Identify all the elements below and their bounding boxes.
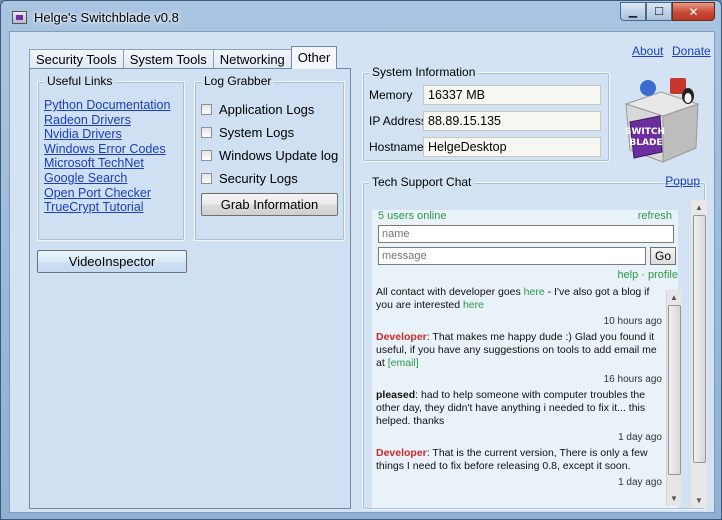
message-timestamp: 10 hours ago <box>603 316 662 327</box>
chat-message: 1 day ago Developer: That is the current… <box>376 431 662 473</box>
intro-here-link-2[interactable]: here <box>463 299 484 311</box>
option-windows-update-log[interactable]: Windows Update log <box>201 148 338 163</box>
link-nvidia-drivers[interactable]: Nvidia Drivers <box>44 127 170 142</box>
intro-text-1: All contact with developer goes <box>376 286 524 298</box>
title-bar[interactable]: Helge's Switchblade v0.8 ▁ ☐ ✕ <box>1 1 721 31</box>
tab-security-tools[interactable]: Security Tools <box>29 49 124 69</box>
caption-buttons: ▁ ☐ ✕ <box>620 2 715 21</box>
hostname-value: HelgeDesktop <box>423 137 601 157</box>
memory-label: Memory <box>369 88 413 102</box>
hostname-label: Hostname <box>369 140 424 154</box>
security-logs-checkbox[interactable] <box>201 173 212 184</box>
link-python-documentation[interactable]: Python Documentation <box>44 98 170 113</box>
profile-link[interactable]: profile <box>648 269 678 281</box>
chevron-up-icon[interactable]: ▲ <box>667 290 681 305</box>
app-icon[interactable] <box>12 11 27 24</box>
system-information-group: System Information Memory 16337 MB IP Ad… <box>362 65 610 162</box>
log-grabber-legend: Log Grabber <box>201 74 275 88</box>
message-timestamp: 1 day ago <box>618 477 662 488</box>
close-button[interactable]: ✕ <box>672 2 715 21</box>
useful-links-legend: Useful Links <box>44 74 116 88</box>
chat-name-input[interactable] <box>378 225 674 243</box>
link-open-port-checker[interactable]: Open Port Checker <box>44 186 170 201</box>
link-google-search[interactable]: Google Search <box>44 171 170 186</box>
donate-link[interactable]: Donate <box>672 44 711 58</box>
grab-information-button[interactable]: Grab Information <box>201 193 338 216</box>
about-link[interactable]: About <box>632 44 663 58</box>
application-logs-label: Application Logs <box>219 102 315 117</box>
tab-networking[interactable]: Networking <box>212 49 292 69</box>
email-link[interactable]: [email] <box>388 357 419 369</box>
message-author: pleased <box>376 389 416 401</box>
link-truecrypt-tutorial[interactable]: TrueCrypt Tutorial <box>44 200 170 215</box>
option-application-logs[interactable]: Application Logs <box>201 102 314 117</box>
logo-badge <box>629 115 663 159</box>
chevron-down-icon[interactable]: ▼ <box>691 493 707 508</box>
app-window: Helge's Switchblade v0.8 ▁ ☐ ✕ Security … <box>0 0 722 520</box>
logo-text-line2: BLADE <box>629 138 662 148</box>
security-logs-label: Security Logs <box>219 171 298 186</box>
windows-update-log-checkbox[interactable] <box>201 150 212 161</box>
system-logs-label: System Logs <box>219 125 295 140</box>
users-online-text: 5 users online <box>378 210 447 222</box>
system-logs-checkbox[interactable] <box>201 127 212 138</box>
chat-panel-scroll-thumb[interactable] <box>692 215 706 463</box>
message-text: : had to help someone with computer trou… <box>376 389 646 427</box>
switchblade-logo: SWITCH BLADE <box>624 78 700 163</box>
refresh-link[interactable]: refresh <box>638 210 672 222</box>
ip-address-label: IP Address <box>369 114 427 128</box>
help-link[interactable]: help <box>617 269 638 281</box>
chat-message: 10 hours ago Developer: That makes me ha… <box>376 315 662 370</box>
tab-strip: Security Tools System Tools Networking O… <box>29 46 338 69</box>
option-system-logs[interactable]: System Logs <box>201 125 294 140</box>
useful-links-group: Useful Links Python Documentation Radeon… <box>37 74 185 241</box>
system-information-legend: System Information <box>369 65 479 79</box>
tab-system-tools[interactable]: System Tools <box>122 49 214 69</box>
link-microsoft-technet[interactable]: Microsoft TechNet <box>44 156 170 171</box>
message-author: Developer <box>376 331 427 343</box>
window-title: Helge's Switchblade v0.8 <box>34 10 179 25</box>
message-timestamp: 1 day ago <box>618 432 662 443</box>
option-security-logs[interactable]: Security Logs <box>201 171 298 186</box>
maximize-button[interactable]: ☐ <box>646 2 672 21</box>
application-logs-checkbox[interactable] <box>201 104 212 115</box>
logo-text-line1: SWITCH <box>625 127 665 137</box>
other-tab-panel: Useful Links Python Documentation Radeon… <box>29 68 351 509</box>
minimize-button[interactable]: ▁ <box>620 2 646 21</box>
useful-links-list: Python Documentation Radeon Drivers Nvid… <box>44 98 170 215</box>
chevron-up-icon[interactable]: ▲ <box>691 200 707 215</box>
memory-value: 16337 MB <box>423 85 601 105</box>
link-windows-error-codes[interactable]: Windows Error Codes <box>44 142 170 157</box>
chat-message-input[interactable] <box>378 247 646 265</box>
message-timestamp: 16 hours ago <box>603 374 662 385</box>
chat-message: 1 day ago <box>376 476 662 489</box>
videoinspector-button[interactable]: VideoInspector <box>37 250 187 273</box>
help-profile-links: help · profile <box>617 269 678 281</box>
chat-panel: 5 users online refresh Go help · profile… <box>372 210 678 508</box>
chat-message: 16 hours ago pleased: had to help someon… <box>376 373 662 428</box>
link-radeon-drivers[interactable]: Radeon Drivers <box>44 113 170 128</box>
chat-messages-scrollbar[interactable]: ▲ ▼ <box>666 290 681 506</box>
message-author: Developer <box>376 447 427 459</box>
log-grabber-group: Log Grabber Application Logs System Logs… <box>194 74 345 241</box>
intro-here-link-1[interactable]: here <box>524 286 545 298</box>
windows-update-log-label: Windows Update log <box>219 148 339 163</box>
logo-globe-icon <box>640 80 656 96</box>
ip-address-value: 88.89.15.135 <box>423 111 601 131</box>
help-profile-separator: · <box>641 269 645 281</box>
client-area: Security Tools System Tools Networking O… <box>9 31 715 513</box>
chevron-down-icon[interactable]: ▼ <box>667 491 681 506</box>
tab-other[interactable]: Other <box>290 46 338 69</box>
chat-intro: All contact with developer goes here - I… <box>376 286 662 312</box>
tech-support-chat-legend: Tech Support Chat <box>369 175 475 189</box>
chat-go-button[interactable]: Go <box>650 247 676 265</box>
popup-link[interactable]: Popup <box>665 174 700 188</box>
chat-panel-scrollbar[interactable]: ▲ ▼ <box>690 200 707 508</box>
chat-scroll-thumb[interactable] <box>667 305 681 475</box>
chat-messages: All contact with developer goes here - I… <box>376 286 662 508</box>
